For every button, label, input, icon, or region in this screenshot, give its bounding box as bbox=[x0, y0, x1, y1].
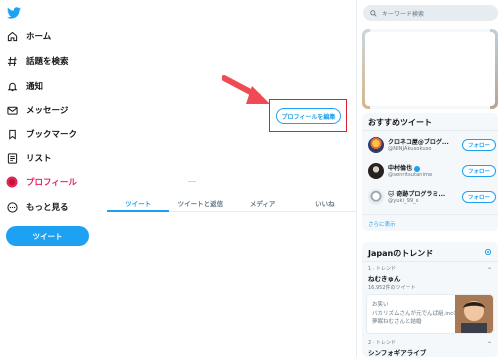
nav-profile[interactable]: プロフィール bbox=[6, 173, 77, 191]
divider bbox=[362, 261, 498, 262]
trend-news-card[interactable]: お笑い バカリズムさんが元でんぱ組.incの夢眠ねむさんと結婚 bbox=[366, 294, 494, 334]
user-handle: @senritsutanime bbox=[388, 172, 433, 178]
twitter-logo-icon[interactable] bbox=[7, 7, 21, 19]
annotation-arrow bbox=[222, 75, 270, 104]
user-name: 🐱 奇跡プログラミ... bbox=[388, 191, 446, 198]
follow-button[interactable]: フォロー bbox=[462, 165, 496, 177]
tab-tweets-and-replies[interactable]: ツイートと返信 bbox=[169, 195, 231, 211]
recommended-accounts-card: おすすめツイート クロネコ屋@ブログ... @NINJAkusokuso フォロ… bbox=[362, 113, 498, 231]
avatar bbox=[368, 137, 384, 153]
divider bbox=[362, 214, 498, 215]
column-divider bbox=[356, 0, 357, 357]
nav-bookmarks[interactable]: ブックマーク bbox=[6, 125, 77, 143]
more-icon bbox=[6, 201, 18, 213]
recommended-user[interactable]: クロネコ屋@ブログ... @NINJAkusokuso フォロー bbox=[368, 135, 496, 157]
user-handle: @yuki_99_s bbox=[388, 198, 419, 204]
nav-home[interactable]: ホーム bbox=[6, 27, 51, 45]
tab-tweets[interactable]: ツイート bbox=[107, 195, 170, 212]
hashtag-icon bbox=[6, 55, 18, 67]
follow-button[interactable]: フォロー bbox=[462, 191, 496, 203]
media-blank bbox=[365, 32, 495, 106]
news-source: お笑い bbox=[372, 302, 389, 308]
trends-card: Japanのトレンド 1 · トレンド ⌄ ねむきゅん 16,952件のツイート… bbox=[362, 242, 498, 357]
news-thumbnail bbox=[455, 295, 493, 333]
recommended-user[interactable]: 中村倫也 @senritsutanime フォロー bbox=[368, 161, 496, 183]
nav-explore[interactable]: 話題を検索 bbox=[6, 52, 69, 70]
verified-badge-icon bbox=[414, 165, 421, 172]
user-handle: @NINJAkusokuso bbox=[388, 146, 432, 152]
nav-more[interactable]: もっと見る bbox=[6, 198, 69, 216]
nav-messages-label: メッセージ bbox=[26, 106, 69, 116]
profile-tabs: ツイート ツイートと返信 メディア いいね bbox=[107, 195, 356, 212]
recommended-user[interactable]: 🐱 奇跡プログラミ... @yuki_99_s フォロー bbox=[368, 187, 496, 209]
profile-icon bbox=[6, 176, 18, 188]
sidebar-nav: ホーム 話題を検索 通知 メッセージ ブックマーク リスト プロフィール もっと… bbox=[0, 0, 106, 357]
chevron-down-icon[interactable]: ⌄ bbox=[487, 264, 492, 271]
tab-media[interactable]: メディア bbox=[232, 195, 294, 211]
list-icon bbox=[6, 152, 18, 164]
nav-notifications[interactable]: 通知 bbox=[6, 77, 43, 95]
trend-name[interactable]: シンフォギアライブ bbox=[368, 347, 426, 357]
tab-likes[interactable]: いいね bbox=[294, 195, 356, 211]
edit-profile-button[interactable]: プロフィールを編集 bbox=[276, 108, 341, 124]
user-name-text: 中村倫也 bbox=[388, 165, 413, 172]
avatar bbox=[368, 163, 384, 179]
nav-bookmarks-label: ブックマーク bbox=[26, 130, 78, 140]
nav-messages[interactable]: メッセージ bbox=[6, 101, 68, 119]
show-more-link[interactable]: さらに表示 bbox=[368, 220, 396, 228]
nav-lists[interactable]: リスト bbox=[6, 149, 52, 167]
follow-button[interactable]: フォロー bbox=[462, 139, 496, 151]
user-name: 中村倫也 bbox=[388, 163, 460, 172]
nav-home-label: ホーム bbox=[26, 32, 52, 42]
trend-meta: 2 · トレンド bbox=[368, 340, 396, 346]
user-name: クロネコ屋@ブログ... bbox=[388, 139, 449, 146]
loading-indicator bbox=[188, 181, 196, 182]
timeline-area bbox=[107, 212, 356, 357]
mail-icon bbox=[6, 104, 18, 116]
profile-media-preview[interactable] bbox=[362, 29, 498, 109]
twitter-profile-page: ホーム 話題を検索 通知 メッセージ ブックマーク リスト プロフィール もっと… bbox=[0, 0, 501, 357]
divider bbox=[362, 130, 498, 131]
avatar bbox=[368, 189, 384, 205]
nav-more-label: もっと見る bbox=[26, 203, 69, 213]
trends-title: Japanのトレンド bbox=[368, 249, 434, 258]
nav-lists-label: リスト bbox=[26, 154, 52, 164]
trend-meta: 1 · トレンド bbox=[368, 266, 396, 272]
search-placeholder: キーワード検索 bbox=[382, 10, 425, 18]
search-icon bbox=[370, 9, 377, 17]
nav-explore-label: 話題を検索 bbox=[26, 57, 69, 67]
nav-profile-label: プロフィール bbox=[26, 178, 77, 188]
home-icon bbox=[6, 30, 18, 42]
tweet-button[interactable]: ツイート bbox=[6, 226, 89, 246]
news-headline: バカリズムさんが元でんぱ組.incの夢眠ねむさんと結婚 bbox=[372, 311, 459, 325]
bookmark-icon bbox=[6, 128, 18, 140]
trend-count: 16,952件のツイート bbox=[368, 285, 416, 291]
bell-icon bbox=[6, 80, 18, 92]
trend-name[interactable]: ねむきゅん bbox=[368, 273, 401, 283]
search-box[interactable]: キーワード検索 bbox=[363, 5, 498, 21]
nav-notifications-label: 通知 bbox=[26, 82, 44, 92]
gear-icon[interactable] bbox=[484, 248, 492, 256]
recommended-title: おすすめツイート bbox=[368, 118, 432, 127]
chevron-down-icon[interactable]: ⌄ bbox=[487, 338, 492, 345]
